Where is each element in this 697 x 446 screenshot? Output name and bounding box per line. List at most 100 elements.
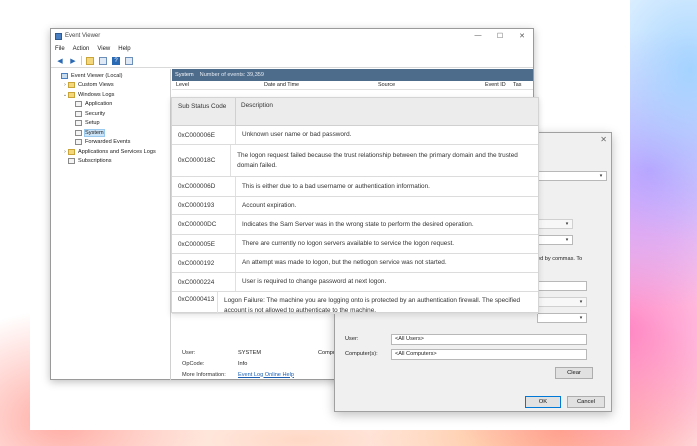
- tree-item[interactable]: Subscriptions: [51, 157, 170, 167]
- log-icon: [75, 129, 82, 136]
- detail-key: More Information:: [182, 371, 226, 378]
- help-icon[interactable]: ?: [111, 56, 121, 65]
- table-row: 0xC000006E Unknown user name or bad passw…: [172, 126, 538, 145]
- tree-item[interactable]: Event Viewer (Local): [51, 71, 170, 81]
- sub-status-code-cell: 0xC000005E: [172, 235, 236, 253]
- table-body: 0xC000006E Unknown user name or bad passw…: [172, 126, 538, 314]
- header-description: Description: [241, 102, 273, 109]
- detail-row-opcode: OpCode: Info: [182, 358, 352, 369]
- dialog-close-icon[interactable]: ✕: [600, 135, 607, 144]
- close-button[interactable]: ✕: [511, 32, 533, 40]
- console-tree-icon[interactable]: [98, 56, 108, 65]
- column-source[interactable]: Source: [378, 82, 395, 88]
- column-date-time[interactable]: Date and Time: [264, 82, 299, 88]
- detail-value: SYSTEM: [238, 349, 262, 356]
- menu-action[interactable]: Action: [73, 46, 90, 52]
- user-input[interactable]: <All Users>: [391, 334, 587, 345]
- properties-icon[interactable]: [124, 56, 134, 65]
- tree-item-label: Subscriptions: [78, 158, 112, 165]
- tree-item[interactable]: › Applications and Services Logs: [51, 147, 170, 157]
- chevron-down-icon: ▾: [579, 299, 583, 305]
- event-viewer-icon: [61, 72, 68, 79]
- log-icon: [75, 139, 82, 146]
- sub-status-code-cell: 0xC0000193: [172, 197, 236, 214]
- event-log-online-help-link[interactable]: Event Log Online Help: [238, 372, 294, 378]
- detail-key: OpCode:: [182, 360, 205, 367]
- table-row: 0xC0000224 User is required to change pas…: [172, 273, 538, 292]
- back-arrow-icon[interactable]: ◀: [55, 56, 65, 65]
- sub-status-code-cell: 0xC00000DC: [172, 215, 236, 234]
- event-sources-dropdown[interactable]: ▾: [537, 235, 573, 245]
- log-header: System Number of events: 39,359: [172, 69, 533, 81]
- description-cell: An attempt was made to logon, but the ne…: [242, 259, 447, 266]
- description-cell: Account expiration.: [242, 201, 297, 209]
- task-category-dropdown[interactable]: ▾: [537, 297, 587, 307]
- log-name: System: [175, 72, 194, 78]
- event-ids-input[interactable]: [537, 281, 587, 291]
- table-row: 0xC0000413 Logon Failure: The machine you…: [172, 292, 538, 314]
- column-level[interactable]: Level: [176, 82, 189, 88]
- folder-icon: [68, 148, 75, 155]
- event-detail-pane: User: SYSTEM Compu OpCode: Info More Inf…: [182, 347, 352, 380]
- tree-item-label: Application: [85, 101, 113, 108]
- title-bar: Event Viewer — ☐ ✕: [51, 29, 533, 43]
- detail-key: User:: [182, 349, 196, 356]
- forward-arrow-icon[interactable]: ▶: [68, 56, 78, 65]
- table-header: Sub Status Code Description: [172, 98, 538, 126]
- chevron-down-icon: ▾: [565, 237, 569, 243]
- tree-item[interactable]: System: [51, 128, 170, 138]
- chevron-down-icon: ▾: [565, 221, 569, 227]
- menu-help[interactable]: Help: [118, 46, 130, 52]
- menu-file[interactable]: File: [55, 46, 65, 52]
- folder-up-icon[interactable]: [85, 56, 95, 65]
- tree-item[interactable]: Forwarded Events: [51, 138, 170, 148]
- sub-status-code-table: Sub Status Code Description 0xC000006E Un…: [171, 97, 539, 314]
- description-cell: User is required to change password at n…: [242, 278, 387, 285]
- tree-item[interactable]: ⌄ Windows Logs: [51, 90, 170, 100]
- column-event-id[interactable]: Event ID: [485, 82, 506, 88]
- window-title: Event Viewer: [65, 33, 101, 39]
- maximize-button[interactable]: ☐: [489, 32, 511, 40]
- tree-item-label: Applications and Services Logs: [78, 148, 156, 155]
- user-label: User:: [345, 336, 359, 342]
- event-viewer-app-icon: [55, 32, 62, 40]
- navigation-tree: Event Viewer (Local) › Custom Views ⌄ Window…: [51, 69, 171, 380]
- description-cell: Unknown user name or bad password.: [242, 131, 352, 138]
- column-task[interactable]: Tas: [513, 82, 521, 88]
- description-cell: There are currently no logon servers ava…: [242, 240, 455, 247]
- computers-label: Computer(s):: [345, 351, 378, 357]
- tree-item[interactable]: Security: [51, 109, 170, 119]
- log-icon: [75, 110, 82, 117]
- log-icon: [68, 158, 75, 165]
- table-row: 0xC000006D This is either due to a bad us…: [172, 177, 538, 197]
- detail-row-more-info: More Information: Event Log Online Help: [182, 369, 352, 380]
- tree-item[interactable]: Setup: [51, 119, 170, 129]
- chevron-down-icon: ▾: [579, 315, 583, 321]
- tree-item-label: Setup: [85, 120, 100, 127]
- event-list-columns: Level Date and Time Source Event ID Tas: [172, 81, 533, 90]
- keywords-dropdown[interactable]: ▾: [537, 313, 587, 323]
- log-icon: [75, 120, 82, 127]
- description-cell: Indicates the Sam Server was in the wron…: [242, 220, 474, 228]
- tree-item[interactable]: Application: [51, 100, 170, 110]
- tree-item-label: Forwarded Events: [85, 139, 131, 146]
- tree-item[interactable]: › Custom Views: [51, 81, 170, 91]
- description-cell: This is either due to a bad username or …: [242, 182, 430, 190]
- sub-status-code-cell: 0xC000006D: [172, 177, 236, 196]
- tree-item-label: Windows Logs: [78, 91, 115, 98]
- description-cell: The logon request failed because the tru…: [237, 151, 518, 169]
- computers-input[interactable]: <All Computers>: [391, 349, 587, 360]
- cancel-button[interactable]: Cancel: [567, 396, 605, 408]
- chevron-down-icon: ▾: [599, 173, 603, 179]
- folder-icon: [68, 91, 75, 98]
- minimize-button[interactable]: —: [467, 32, 489, 40]
- description-cell: Logon Failure: The machine you are loggi…: [224, 297, 521, 314]
- clear-button[interactable]: Clear: [555, 367, 593, 379]
- menu-view[interactable]: View: [97, 46, 110, 52]
- table-row: 0xC0000192 An attempt was made to logon, …: [172, 254, 538, 273]
- logged-dropdown[interactable]: ▾: [537, 171, 607, 181]
- event-logs-dropdown[interactable]: ▾: [537, 219, 573, 229]
- header-sub-status-code: Sub Status Code: [172, 98, 236, 125]
- event-count: Number of events: 39,359: [199, 72, 265, 78]
- ok-button[interactable]: OK: [525, 396, 561, 408]
